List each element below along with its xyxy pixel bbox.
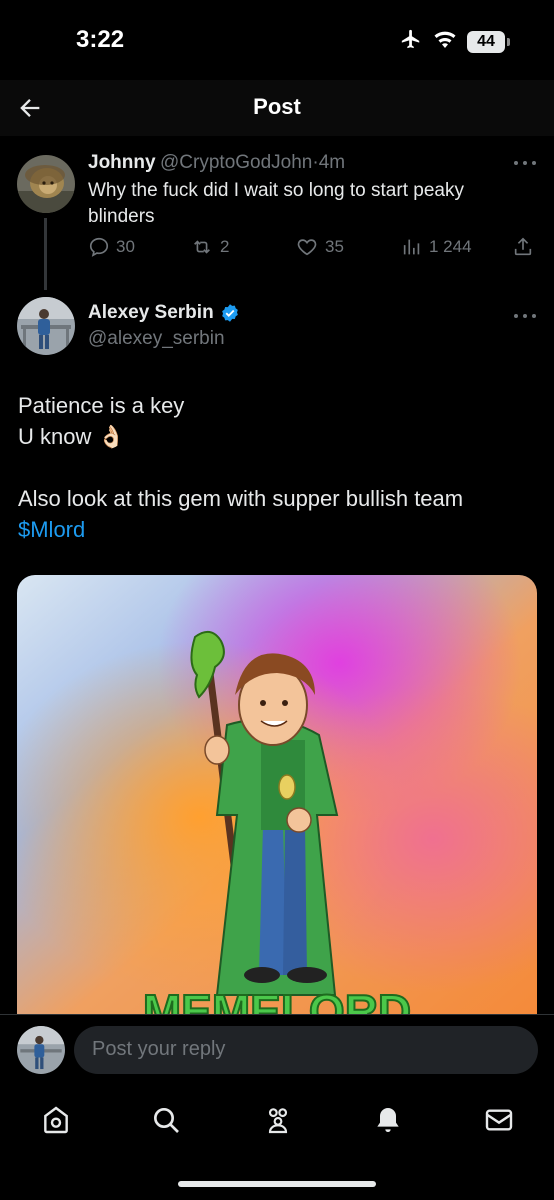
battery-level: 44 [467,30,505,53]
battery-icon: 44 [467,30,510,53]
reply-bar: Post your reply [0,1014,554,1084]
views-icon [403,239,420,255]
messages-icon [485,1109,513,1131]
verified-badge-icon [221,304,238,322]
notifications-icon [377,1108,399,1132]
repost-icon [194,240,210,254]
status-icons: 44 [399,28,510,55]
author-name-row: Alexey Serbin [88,302,240,324]
author-handle[interactable]: @alexey_serbin [88,328,225,350]
repost-button[interactable]: 2 [190,236,229,258]
post-image[interactable]: MEMELORD [17,575,537,1015]
wifi-icon [433,29,457,54]
views-button[interactable]: 1 244 [401,236,472,258]
post-more-button[interactable] [514,313,536,319]
author-avatar[interactable] [17,297,75,355]
airplane-icon [399,28,423,55]
view-count: 1 244 [429,237,472,256]
reply-input[interactable]: Post your reply [74,1026,538,1074]
cashtag-link[interactable]: $Mlord [18,517,85,542]
status-bar: 3:22 44 [0,0,554,80]
reply-count: 30 [116,237,135,256]
post-text: Patience is a key U know 👌🏻 Also look at… [18,390,538,545]
author-name[interactable]: Alexey Serbin [88,302,214,324]
share-icon [514,237,532,256]
post-time: 4m [318,152,346,173]
like-count: 35 [325,237,344,256]
nav-messages[interactable] [479,1100,519,1140]
reply-button[interactable]: 30 [88,236,135,258]
parent-avatar[interactable] [17,155,75,213]
status-time: 3:22 [76,26,125,53]
parent-post-actions: 30 2 35 1 244 [88,236,536,262]
nav-search[interactable] [146,1100,186,1140]
communities-icon [268,1108,288,1134]
repost-count: 2 [220,237,230,256]
nav-home[interactable] [36,1100,76,1140]
parent-post-text: Why the fuck did I wait so long to start… [88,180,464,227]
share-button[interactable] [512,236,534,258]
media-caption: MEMELORD [143,985,411,1015]
home-icon [44,1106,68,1134]
nav-communities[interactable] [258,1100,298,1140]
post-line [18,452,538,483]
search-icon [154,1108,179,1133]
parent-author-name[interactable]: Johnny [88,152,156,173]
heart-icon [297,239,317,256]
current-user-avatar [17,1026,65,1074]
like-button[interactable]: 35 [295,236,344,258]
parent-more-button[interactable] [514,160,536,166]
parent-post-header: Johnny @CryptoGodJohn·4m [88,152,345,174]
post-line: Patience is a key [18,393,185,418]
post-line: Also look at this gem with supper bullis… [18,486,464,511]
thread-connector [44,218,47,290]
nav-notifications[interactable] [368,1100,408,1140]
parent-author-handle[interactable]: @CryptoGodJohn [160,152,312,173]
top-header: Post [0,80,554,136]
page-title: Post [253,94,301,119]
post-line: U know 👌🏻 [18,424,125,449]
home-indicator [178,1181,376,1187]
reply-icon [89,237,109,257]
